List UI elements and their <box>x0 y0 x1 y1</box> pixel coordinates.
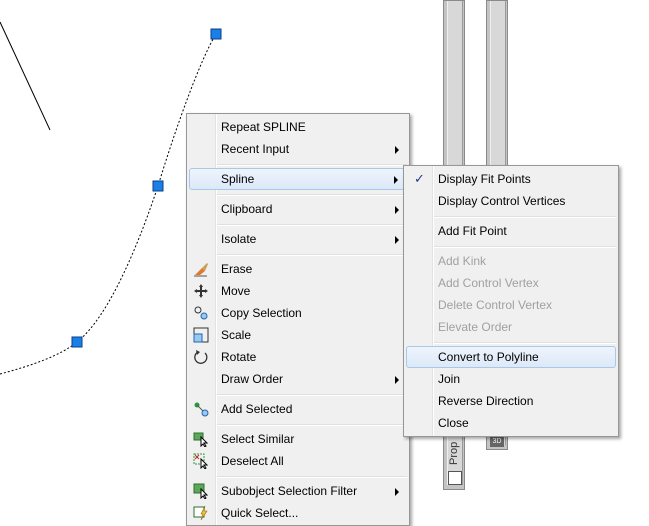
menu-item-repeat-spline[interactable]: Repeat SPLINE <box>189 116 407 138</box>
menu-item-label: Elevate Order <box>438 320 513 334</box>
menu-separator <box>217 194 407 196</box>
menu-separator <box>434 342 616 344</box>
move-icon <box>194 284 208 298</box>
menu-item-label: Join <box>438 372 461 386</box>
rotate-icon <box>194 350 208 364</box>
menu-item-label: Select Similar <box>221 432 295 446</box>
menu-item-label: Add Control Vertex <box>438 276 539 290</box>
menu-separator <box>434 216 616 218</box>
menu-item-label: Add Kink <box>438 254 487 268</box>
menu-item-label: Recent Input <box>221 142 290 156</box>
3d-icon[interactable]: 3D <box>490 437 504 447</box>
submenu-arrow-icon <box>394 176 398 184</box>
grip-handle[interactable] <box>71 336 83 348</box>
menu-item-label: Isolate <box>221 232 257 246</box>
menu-item-erase[interactable]: Erase <box>189 258 407 280</box>
menu-item-add-selected[interactable]: Add Selected <box>189 398 407 420</box>
menu-item-label: Deselect All <box>221 454 284 468</box>
select-similar-icon <box>193 432 209 447</box>
menu-item-label: Erase <box>221 262 253 276</box>
menu-item-scale[interactable]: Scale <box>189 324 407 346</box>
submenu-item-delete-control-vertex: Delete Control Vertex <box>406 294 616 316</box>
subobject-filter-icon <box>193 483 209 499</box>
spline-submenu: ✓ Display Fit Points Display Control Vert… <box>403 165 619 437</box>
menu-item-label: Scale <box>221 328 252 342</box>
menu-item-label: Add Fit Point <box>438 224 507 238</box>
menu-item-label: Move <box>221 284 251 298</box>
menu-separator <box>217 394 407 396</box>
menu-item-draw-order[interactable]: Draw Order <box>189 368 407 390</box>
submenu-arrow-icon <box>395 146 399 154</box>
menu-item-label: Quick Select... <box>221 506 299 520</box>
context-menu: Repeat SPLINE Recent Input Spline Clipbo… <box>186 113 410 526</box>
menu-item-label: Repeat SPLINE <box>221 120 306 134</box>
quick-select-icon <box>193 505 208 521</box>
menu-item-deselect-all[interactable]: Deselect All <box>189 450 407 472</box>
menu-item-copy-selection[interactable]: Copy Selection <box>189 302 407 324</box>
submenu-item-reverse-direction[interactable]: Reverse Direction <box>406 390 616 412</box>
submenu-item-close[interactable]: Close <box>406 412 616 434</box>
menu-item-label: Subobject Selection Filter <box>221 484 358 498</box>
menu-item-label: Copy Selection <box>221 306 302 320</box>
menu-item-label: Display Fit Points <box>438 172 531 186</box>
menu-separator <box>434 246 616 248</box>
menu-item-label: Delete Control Vertex <box>438 298 553 312</box>
menu-item-subobject-selection-filter[interactable]: Subobject Selection Filter <box>189 480 407 502</box>
submenu-item-elevate-order: Elevate Order <box>406 316 616 338</box>
grip-handle[interactable] <box>152 180 164 192</box>
submenu-arrow-icon <box>395 206 399 214</box>
menu-item-quick-select[interactable]: Quick Select... <box>189 502 407 524</box>
menu-item-label: Reverse Direction <box>438 394 534 408</box>
submenu-item-add-kink: Add Kink <box>406 250 616 272</box>
scale-icon <box>193 327 209 343</box>
menu-item-isolate[interactable]: Isolate <box>189 228 407 250</box>
menu-separator <box>217 164 407 166</box>
menu-item-move[interactable]: Move <box>189 280 407 302</box>
menu-separator <box>217 224 407 226</box>
submenu-item-join[interactable]: Join <box>406 368 616 390</box>
submenu-arrow-icon <box>395 236 399 244</box>
submenu-arrow-icon <box>395 488 399 496</box>
menu-item-label: Display Control Vertices <box>438 194 566 208</box>
menu-item-clipboard[interactable]: Clipboard <box>189 198 407 220</box>
menu-item-label: Clipboard <box>221 202 273 216</box>
eraser-icon <box>194 263 208 277</box>
line-object[interactable] <box>0 21 51 131</box>
menu-item-label: Add Selected <box>221 402 293 416</box>
checkmark-icon: ✓ <box>414 171 425 186</box>
submenu-item-add-control-vertex: Add Control Vertex <box>406 272 616 294</box>
properties-icon[interactable] <box>448 471 462 485</box>
menu-item-label: Draw Order <box>221 372 284 386</box>
menu-item-rotate[interactable]: Rotate <box>189 346 407 368</box>
menu-item-label: Convert to Polyline <box>438 350 539 364</box>
menu-separator <box>217 254 407 256</box>
submenu-item-convert-to-polyline[interactable]: Convert to Polyline <box>406 346 616 368</box>
submenu-item-display-control-vertices[interactable]: Display Control Vertices <box>406 190 616 212</box>
menu-separator <box>217 424 407 426</box>
submenu-item-add-fit-point[interactable]: Add Fit Point <box>406 220 616 242</box>
spline-object[interactable] <box>0 33 217 375</box>
grip-handle[interactable] <box>210 28 222 40</box>
submenu-item-display-fit-points[interactable]: ✓ Display Fit Points <box>406 168 616 190</box>
menu-item-label: Close <box>438 416 469 430</box>
deselect-all-icon <box>193 453 209 469</box>
menu-item-recent-input[interactable]: Recent Input <box>189 138 407 160</box>
menu-item-label: Spline <box>221 172 255 186</box>
copy-selection-icon <box>194 306 208 320</box>
palette-tab-label[interactable]: Prop <box>448 437 460 465</box>
menu-item-spline[interactable]: Spline <box>189 168 407 190</box>
submenu-arrow-icon <box>395 376 399 384</box>
menu-separator <box>217 476 407 478</box>
menu-item-label: Rotate <box>221 350 257 364</box>
menu-item-select-similar[interactable]: Select Similar <box>189 428 407 450</box>
add-selected-icon <box>194 402 209 417</box>
